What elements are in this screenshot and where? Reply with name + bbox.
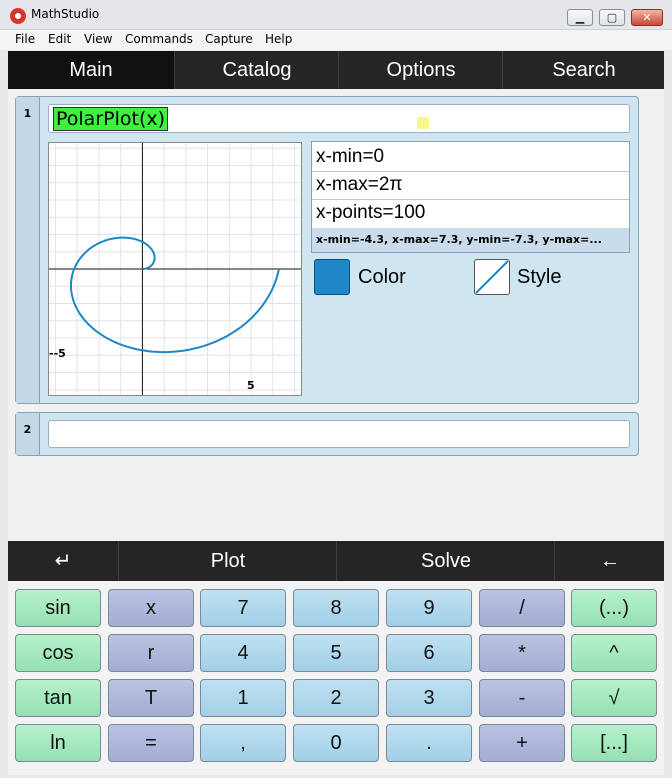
key-brackets[interactable]: [...] bbox=[571, 724, 657, 762]
action-bar: ↵ Plot Solve ← bbox=[8, 541, 664, 581]
key-parentheses[interactable]: (...) bbox=[571, 589, 657, 627]
key-multiply[interactable]: * bbox=[479, 634, 565, 672]
key-power[interactable]: ^ bbox=[571, 634, 657, 672]
key-8[interactable]: 8 bbox=[293, 589, 379, 627]
window-title: MathStudio bbox=[31, 7, 100, 21]
key-x[interactable]: x bbox=[108, 589, 194, 627]
plot-canvas bbox=[49, 143, 301, 395]
key-cos[interactable]: cos bbox=[15, 634, 101, 672]
key-6[interactable]: 6 bbox=[386, 634, 472, 672]
enter-button[interactable]: ↵ bbox=[8, 541, 118, 581]
menu-edit[interactable]: Edit bbox=[48, 32, 71, 46]
key-0[interactable]: 0 bbox=[293, 724, 379, 762]
cell-number: 1 bbox=[16, 97, 40, 403]
param-xmin[interactable]: x-min=0 bbox=[316, 146, 384, 168]
key-3[interactable]: 3 bbox=[386, 679, 472, 717]
tab-options[interactable]: Options bbox=[338, 51, 503, 89]
minimize-button[interactable]: ▁ bbox=[567, 9, 593, 26]
key-9[interactable]: 9 bbox=[386, 589, 472, 627]
cell-number: 2 bbox=[16, 413, 40, 455]
close-button[interactable]: ✕ bbox=[631, 9, 663, 26]
backspace-button[interactable]: ← bbox=[554, 541, 665, 581]
style-label: Style bbox=[517, 266, 562, 288]
tab-catalog[interactable]: Catalog bbox=[174, 51, 339, 89]
line-style-icon[interactable] bbox=[474, 259, 510, 295]
key-7[interactable]: 7 bbox=[200, 589, 286, 627]
app-logo-icon bbox=[10, 8, 26, 24]
key-divide[interactable]: / bbox=[479, 589, 565, 627]
key-sqrt[interactable]: √ bbox=[571, 679, 657, 717]
param-divider bbox=[312, 199, 629, 200]
param-range-summary[interactable]: x-min=-4.3, x-max=7.3, y-min=-7.3, y-max… bbox=[312, 228, 629, 252]
param-xpoints[interactable]: x-points=100 bbox=[316, 202, 425, 224]
key-r[interactable]: r bbox=[108, 634, 194, 672]
plot-parameters: x-min=0 x-max=2π x-points=100 x-min=-4.3… bbox=[311, 141, 630, 253]
key-2[interactable]: 2 bbox=[293, 679, 379, 717]
key-minus[interactable]: - bbox=[479, 679, 565, 717]
param-xmax[interactable]: x-max=2π bbox=[316, 174, 403, 196]
param-divider bbox=[312, 171, 629, 172]
plot-button[interactable]: Plot bbox=[118, 541, 337, 581]
key-plus[interactable]: + bbox=[479, 724, 565, 762]
y-tick-label: --5 bbox=[49, 347, 66, 361]
expression-text: PolarPlot(x) bbox=[53, 107, 169, 131]
key-T[interactable]: T bbox=[108, 679, 194, 717]
menu-capture[interactable]: Capture bbox=[205, 32, 253, 46]
polar-plot[interactable]: --5 5 bbox=[48, 142, 302, 396]
title-bar: MathStudio ▁ ▢ ✕ bbox=[0, 0, 672, 30]
expression-input-2[interactable] bbox=[48, 420, 630, 448]
key-1[interactable]: 1 bbox=[200, 679, 286, 717]
x-tick-label: 5 bbox=[247, 379, 255, 392]
key-ln[interactable]: ln bbox=[15, 724, 101, 762]
key-sin[interactable]: sin bbox=[15, 589, 101, 627]
key-decimal[interactable]: . bbox=[386, 724, 472, 762]
menu-file[interactable]: File bbox=[15, 32, 35, 46]
color-swatch-button[interactable] bbox=[314, 259, 350, 295]
spiral-curve bbox=[70, 236, 280, 354]
menu-view[interactable]: View bbox=[84, 32, 112, 46]
tab-bar: Main Catalog Options Search bbox=[8, 51, 664, 89]
key-5[interactable]: 5 bbox=[293, 634, 379, 672]
color-label: Color bbox=[358, 266, 406, 288]
tab-search[interactable]: Search bbox=[502, 51, 665, 89]
mouse-pointer-highlight bbox=[417, 117, 429, 129]
key-equals[interactable]: = bbox=[108, 724, 194, 762]
solve-button[interactable]: Solve bbox=[336, 541, 555, 581]
key-tan[interactable]: tan bbox=[15, 679, 101, 717]
menu-help[interactable]: Help bbox=[265, 32, 292, 46]
menu-commands[interactable]: Commands bbox=[125, 32, 193, 46]
expression-input[interactable]: PolarPlot(x) bbox=[48, 104, 630, 133]
keypad: sin x 7 8 9 / (...) cos r 4 5 6 * ^ tan … bbox=[8, 581, 664, 775]
menu-bar: File Edit View Commands Capture Help bbox=[0, 30, 672, 50]
tab-main[interactable]: Main bbox=[8, 51, 174, 89]
maximize-button[interactable]: ▢ bbox=[599, 9, 625, 26]
key-4[interactable]: 4 bbox=[200, 634, 286, 672]
key-comma[interactable]: , bbox=[200, 724, 286, 762]
